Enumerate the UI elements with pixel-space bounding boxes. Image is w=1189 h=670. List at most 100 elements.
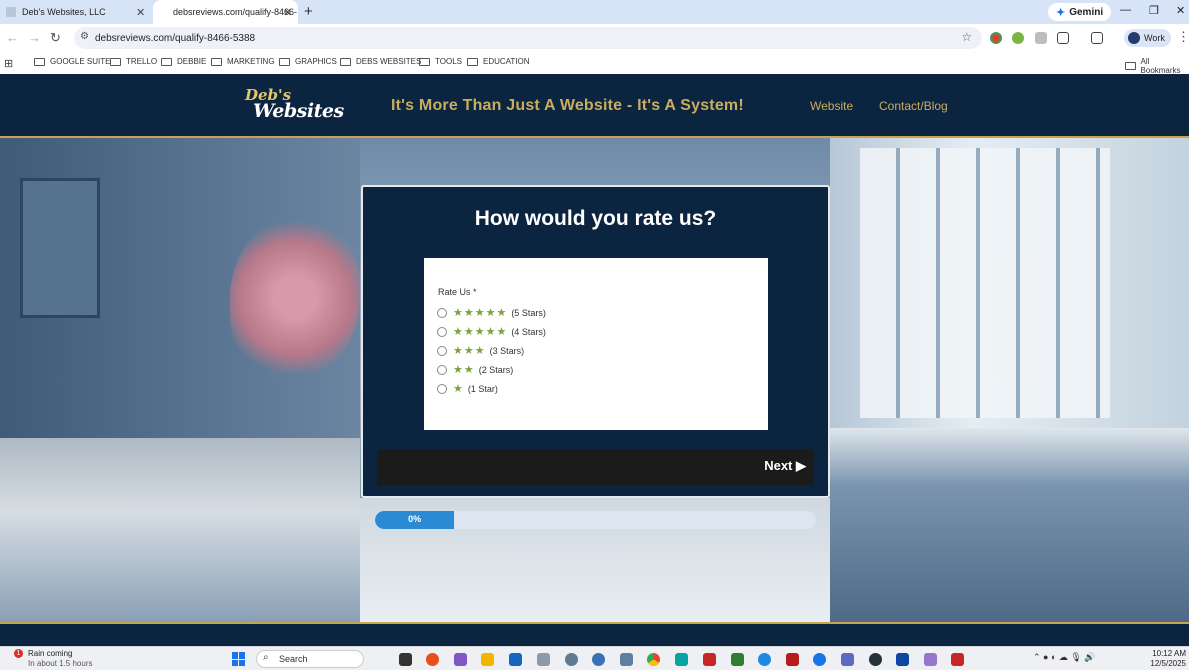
close-tab-icon[interactable]: ✕: [136, 6, 145, 19]
address-bar[interactable]: ⚙ debsreviews.com/qualify-8466-5388 ☆: [74, 27, 982, 49]
browser-toolbar: ← → ↻ ⚙ debsreviews.com/qualify-8466-538…: [0, 24, 1189, 52]
search-icon: ⌕: [263, 652, 269, 663]
folder-icon: [467, 57, 478, 66]
form-footer-bar: Next ▶: [377, 449, 814, 485]
restore-icon[interactable]: ❐: [1149, 4, 1159, 17]
bookmark-tools[interactable]: TOOLS: [419, 57, 462, 66]
site-logo[interactable]: Deb's Websites: [241, 86, 344, 126]
extensions-puzzle-icon[interactable]: [1057, 32, 1069, 44]
tab-debs-websites[interactable]: Deb's Websites, LLC ✕: [6, 0, 148, 24]
rating-option-3[interactable]: ★★★ (3 Stars): [437, 344, 524, 357]
gemini-button[interactable]: ✦ Gemini: [1048, 3, 1112, 21]
folder-icon: [1125, 62, 1136, 70]
bookmarks-bar: ⊞ GOOGLE SUITE TRELLO DEBBIE MARKETING G…: [0, 52, 1189, 75]
bookmark-star-icon[interactable]: ☆: [961, 30, 972, 44]
app-icon-10[interactable]: [896, 653, 909, 666]
bookmark-graphics[interactable]: GRAPHICS: [279, 57, 337, 66]
nav-contact-blog[interactable]: Contact/Blog: [879, 99, 948, 113]
windows-start-icon[interactable]: [232, 652, 246, 666]
rating-option-2[interactable]: ★★ (2 Stars): [437, 363, 513, 376]
settings-icon[interactable]: [565, 653, 578, 666]
progress-bar: 0%: [375, 511, 816, 529]
new-tab-icon[interactable]: +: [304, 3, 313, 20]
site-footer-strip: [0, 622, 1189, 644]
rate-us-label: Rate Us *: [438, 287, 477, 297]
app-icon-2[interactable]: [454, 653, 467, 666]
radio-button[interactable]: [437, 326, 447, 337]
extension-green-icon[interactable]: [1012, 32, 1024, 44]
reload-icon[interactable]: ↻: [50, 30, 61, 46]
camera-icon[interactable]: [537, 653, 550, 666]
avatar: [1128, 32, 1140, 44]
folder-icon: [34, 57, 45, 66]
radio-button[interactable]: [437, 307, 447, 318]
app-icon-8[interactable]: [841, 653, 854, 666]
close-tab-icon[interactable]: ✕: [283, 6, 292, 19]
app-icon-6[interactable]: [731, 653, 744, 666]
taskbar-search[interactable]: ⌕ Search: [256, 650, 364, 668]
zoom-icon[interactable]: [813, 653, 826, 666]
all-bookmarks[interactable]: All Bookmarks: [1125, 57, 1189, 75]
bookmark-trello[interactable]: TRELLO: [110, 57, 157, 66]
next-button[interactable]: Next ▶: [764, 458, 806, 474]
radio-button[interactable]: [437, 364, 447, 375]
forward-icon[interactable]: →: [28, 30, 41, 45]
app-icon-12[interactable]: [951, 653, 964, 666]
browser-menu-icon[interactable]: ⋮: [1177, 29, 1189, 45]
search-label: Search: [279, 654, 308, 664]
app-icon-4[interactable]: [620, 653, 633, 666]
bookmark-marketing[interactable]: MARKETING: [211, 57, 275, 66]
option-label: (3 Stars): [489, 345, 525, 356]
taskbar-clock[interactable]: 10:12 AM 12/5/2025: [1146, 649, 1186, 669]
system-tray[interactable]: ⌃ ● ◐ ☁ 🎙 🔊: [1033, 652, 1096, 663]
app-icon-5[interactable]: [675, 653, 688, 666]
cast-icon[interactable]: [1091, 32, 1103, 44]
bookmark-label: TRELLO: [126, 57, 158, 66]
site-tagline: It's More Than Just A Website - It's A S…: [391, 97, 744, 114]
taskview-icon[interactable]: [399, 653, 412, 666]
right-counter: [830, 428, 1189, 622]
extension-color-icon[interactable]: [990, 32, 1002, 44]
bookmark-debs-websites[interactable]: DEBS WEBSITES: [340, 57, 421, 66]
outlook-icon[interactable]: [509, 653, 522, 666]
bookmark-label: DEBS WEBSITES: [356, 57, 422, 66]
site-info-icon[interactable]: ⚙: [80, 31, 89, 42]
close-window-icon[interactable]: ✕: [1176, 4, 1185, 17]
edge-icon[interactable]: [758, 653, 771, 666]
stars-icon: ★★★★★: [453, 307, 508, 319]
rating-option-1[interactable]: ★ (1 Star): [437, 382, 498, 395]
app-icon-7[interactable]: [786, 653, 799, 666]
app-icon-3[interactable]: [592, 653, 605, 666]
bookmark-education[interactable]: EDUCATION: [467, 57, 530, 66]
site-favicon-icon: [6, 7, 16, 17]
minimize-icon[interactable]: —: [1120, 4, 1131, 16]
profile-label: Work: [1144, 33, 1165, 43]
radio-button[interactable]: [437, 383, 447, 394]
app-icon-9[interactable]: [869, 653, 882, 666]
bookmark-google-suite[interactable]: GOOGLE SUITE: [34, 57, 110, 66]
chrome-icon[interactable]: [647, 653, 660, 666]
windows-taskbar: 1 Rain coming In about 1.5 hours ⌕ Searc…: [0, 646, 1189, 670]
back-icon[interactable]: ←: [6, 30, 19, 45]
tab-debsreviews[interactable]: debsreviews.com/qualify-8466- ✕: [153, 0, 298, 24]
bookmark-debbie[interactable]: DEBBIE: [161, 57, 206, 66]
stars-icon: ★★★★★: [453, 326, 508, 338]
bookmark-label: GRAPHICS: [295, 57, 337, 66]
rating-option-4[interactable]: ★★★★★ (4 Stars): [437, 325, 546, 338]
bookmark-label: All Bookmarks: [1140, 57, 1181, 75]
extension-grey-icon[interactable]: [1035, 32, 1047, 44]
app-icon-11[interactable]: [924, 653, 937, 666]
file-explorer-icon[interactable]: [481, 653, 494, 666]
radio-button[interactable]: [437, 345, 447, 356]
folder-icon: [110, 57, 121, 66]
weather-widget[interactable]: 1 Rain coming In about 1.5 hours: [8, 649, 93, 669]
weather-subtitle: In about 1.5 hours: [28, 659, 93, 668]
profile-button[interactable]: Work: [1124, 29, 1171, 47]
app-icon-1[interactable]: [426, 653, 439, 666]
rating-field-box: Rate Us * ★★★★★ (5 Stars) ★★★★★ (4 Stars…: [424, 258, 768, 430]
rating-option-5[interactable]: ★★★★★ (5 Stars): [437, 306, 546, 319]
nav-website[interactable]: Website: [810, 99, 853, 113]
apps-grid-icon[interactable]: ⊞: [4, 57, 13, 70]
filezilla-icon[interactable]: [703, 653, 716, 666]
window-panes: [860, 148, 1110, 418]
